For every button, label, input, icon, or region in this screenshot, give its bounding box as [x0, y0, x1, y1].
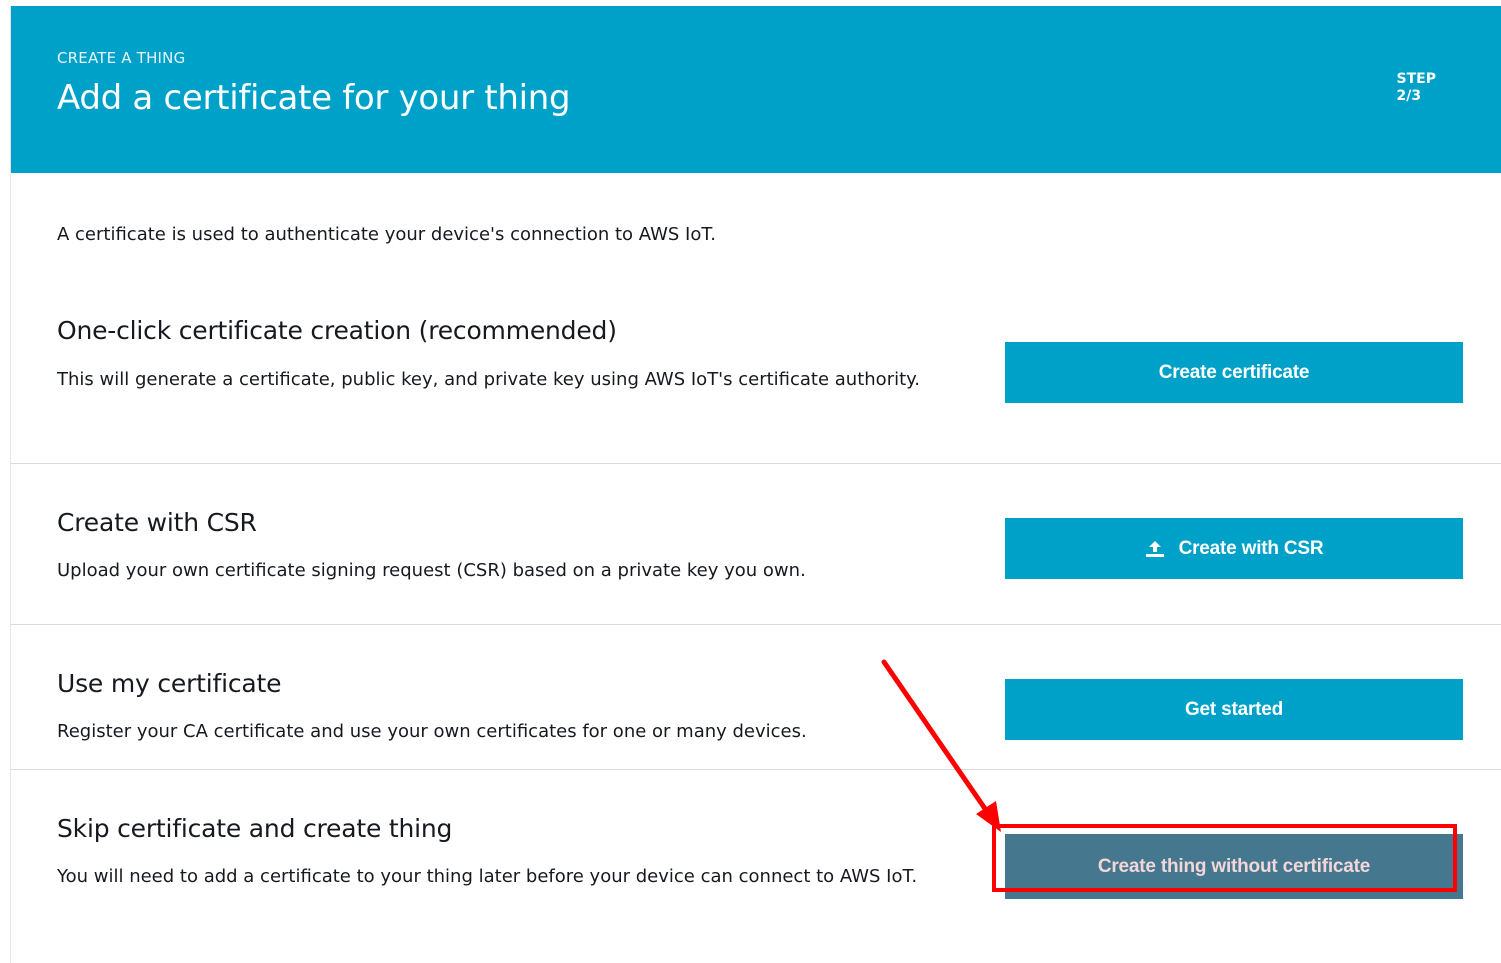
section-title: One-click certificate creation (recommen…	[57, 316, 617, 345]
upload-icon	[1145, 540, 1165, 558]
intro-text: A certificate is used to authenticate yo…	[57, 224, 716, 245]
create-with-csr-button[interactable]: Create with CSR	[1005, 518, 1463, 579]
section-description: Register your CA certificate and use you…	[57, 721, 807, 742]
section-description: Upload your own certificate signing requ…	[57, 560, 806, 581]
wizard-eyebrow: CREATE A THING	[57, 49, 186, 67]
button-label: Create certificate	[1158, 361, 1310, 383]
button-label: Get started	[1184, 698, 1284, 720]
step-indicator: STEP 2/3	[1397, 71, 1436, 105]
step-label: STEP	[1396, 71, 1436, 87]
section-skip-certificate: Skip certificate and create thing You wi…	[11, 770, 1501, 963]
step-value: 2/3	[1396, 88, 1422, 104]
page-title: Add a certificate for your thing	[57, 78, 571, 118]
section-title: Create with CSR	[57, 508, 257, 537]
get-started-button[interactable]: Get started	[1005, 679, 1463, 740]
section-title: Use my certificate	[57, 669, 282, 698]
section-title: Skip certificate and create thing	[57, 814, 453, 843]
button-label: Create thing without certificate	[1097, 855, 1371, 877]
wizard-header: CREATE A THING Add a certificate for you…	[11, 6, 1501, 173]
create-thing-without-certificate-button[interactable]: Create thing without certificate	[1005, 834, 1463, 899]
page: CREATE A THING Add a certificate for you…	[0, 0, 1501, 963]
create-thing-panel: CREATE A THING Add a certificate for you…	[10, 6, 1501, 963]
section-description: This will generate a certificate, public…	[57, 369, 920, 390]
section-description: You will need to add a certificate to yo…	[57, 866, 918, 887]
section-one-click: One-click certificate creation (recommen…	[11, 286, 1501, 464]
button-label: Create with CSR	[1178, 537, 1324, 559]
section-create-with-csr: Create with CSR Upload your own certific…	[11, 464, 1501, 625]
create-certificate-button[interactable]: Create certificate	[1005, 342, 1463, 403]
section-use-my-certificate: Use my certificate Register your CA cert…	[11, 625, 1501, 770]
